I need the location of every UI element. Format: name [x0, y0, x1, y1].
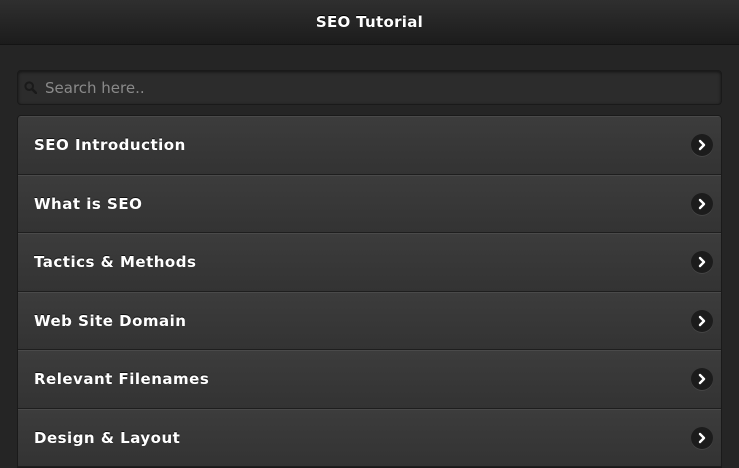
page-title: SEO Tutorial: [315, 13, 424, 31]
chevron-right-icon: [691, 368, 713, 391]
list-item-label: Web Site Domain: [34, 311, 187, 330]
list-item-web-site-domain[interactable]: Web Site Domain: [18, 291, 721, 350]
list-item-relevant-filenames[interactable]: Relevant Filenames: [18, 350, 721, 409]
list-item-label: Relevant Filenames: [34, 370, 210, 389]
chevron-right-icon: [691, 134, 713, 157]
list-item-what-is-seo[interactable]: What is SEO: [18, 174, 721, 233]
search-bar[interactable]: [17, 70, 722, 105]
chevron-right-icon: [691, 251, 713, 274]
list-item-seo-introduction[interactable]: SEO Introduction: [18, 116, 721, 175]
chevron-right-icon: [691, 309, 713, 332]
app-header: SEO Tutorial: [0, 0, 739, 45]
list-item-label: Design & Layout: [34, 428, 181, 447]
tutorial-menu-list: SEO Introduction What is SEO Tactics & M…: [17, 115, 722, 468]
list-item-label: What is SEO: [34, 194, 143, 213]
list-item-design-layout[interactable]: Design & Layout: [18, 408, 721, 467]
chevron-right-icon: [691, 426, 713, 449]
search-input[interactable]: [45, 71, 721, 104]
list-item-label: Tactics & Methods: [34, 253, 197, 272]
search-icon: [23, 81, 37, 95]
list-item-label: SEO Introduction: [34, 136, 186, 155]
list-item-tactics-methods[interactable]: Tactics & Methods: [18, 233, 721, 292]
chevron-right-icon: [691, 192, 713, 215]
